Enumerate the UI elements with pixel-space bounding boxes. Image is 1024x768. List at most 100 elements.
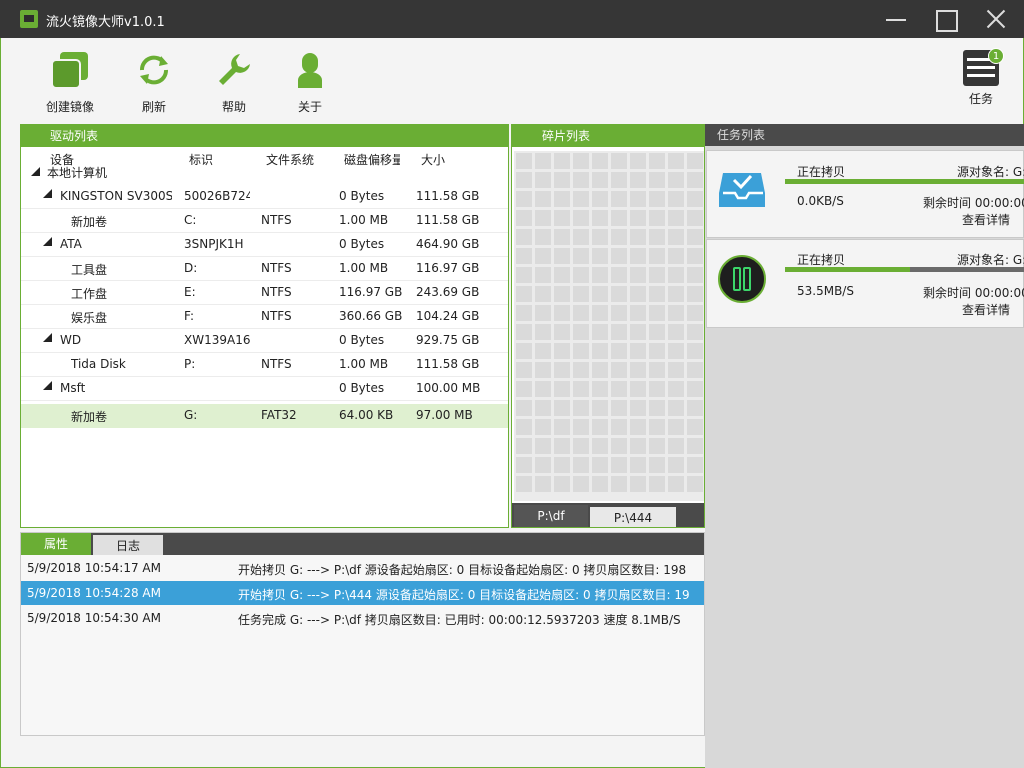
fragment-cell [630,438,646,454]
task-card[interactable]: 正在拷贝 源对象名: G: 53.5MB/S 剩余时间 00:00:00 查看详… [706,239,1024,328]
fragment-cell [611,210,627,226]
task-card[interactable]: 正在拷贝 源对象名: G: 0.0KB/S 剩余时间 00:00:00 查看详情 [706,150,1024,238]
create-image-button[interactable]: 创建镜像 [35,50,105,115]
table-row[interactable]: 工具盘 D: NTFS 1.00 MB 116.97 GB [21,257,508,281]
tab-log[interactable]: 日志 [93,535,163,555]
fragment-cell [573,457,589,473]
task-detail-link[interactable]: 查看详情 [962,211,1010,228]
table-row[interactable]: 新加卷 C: NTFS 1.00 MB 111.58 GB [21,209,508,233]
expand-icon[interactable] [43,333,52,342]
table-row[interactable]: ATA 3SNPJK1H 0 Bytes 464.90 GB [21,233,508,257]
task-remaining: 剩余时间 00:00:00 [923,286,1024,300]
fragment-cell [516,267,532,283]
refresh-icon [134,50,174,90]
help-button[interactable]: 帮助 [199,50,269,115]
fragment-cell [687,229,703,245]
row-fs: NTFS [261,309,292,323]
fragment-tab-df[interactable]: P:\df [514,505,588,527]
log-time: 5/9/2018 10:54:17 AM [27,561,161,575]
fragment-cell [687,191,703,207]
fragment-cell [535,229,551,245]
fragment-cell [687,267,703,283]
fragment-cell [573,210,589,226]
copy-stack-icon [50,50,90,90]
fragment-cell [573,172,589,188]
fragment-cell [592,229,608,245]
fragment-cell [668,191,684,207]
fragment-cell [611,305,627,321]
table-row[interactable]: KINGSTON SV300S 50026B724 0 Bytes 111.58… [21,185,508,209]
table-row[interactable]: Msft 0 Bytes 100.00 MB [21,377,508,401]
fragment-cell [668,172,684,188]
row-name: KINGSTON SV300S [60,189,172,203]
fragment-cell [649,210,665,226]
close-button[interactable] [976,4,1016,34]
fragment-cell [611,362,627,378]
row-size: 100.00 MB [416,381,481,395]
row-id: 3SNPJK1H [184,237,244,251]
expand-icon[interactable] [31,167,40,176]
fragment-cell [668,305,684,321]
row-name: 工具盘 [71,263,108,277]
fragment-cell [687,419,703,435]
fragment-cell [516,191,532,207]
fragment-cell [554,210,570,226]
table-row[interactable]: Tida Disk P: NTFS 1.00 MB 111.58 GB [21,353,508,377]
minimize-button[interactable] [876,4,916,34]
fragment-cell [516,248,532,264]
task-speed: 0.0KB/S [797,194,844,208]
fragment-cell [535,286,551,302]
fragment-cell [687,153,703,169]
fragment-cell [592,153,608,169]
fragment-cell [611,419,627,435]
task-button[interactable]: 任务 [946,50,1016,107]
fragment-cell [649,476,665,492]
fragment-cell [516,343,532,359]
fragment-cell [668,267,684,283]
tab-properties[interactable]: 属性 [21,533,91,555]
maximize-button[interactable] [926,4,966,34]
table-row-selected[interactable]: 新加卷 G: FAT32 64.00 KB 97.00 MB [21,404,508,428]
row-offset: 0 Bytes [339,333,385,347]
window-title: 流火镜像大师v1.0.1 [46,15,165,30]
task-detail-link[interactable]: 查看详情 [962,301,1010,318]
row-id: XW139A16 [184,333,250,347]
pause-icon[interactable] [717,254,767,304]
fragment-cell [592,286,608,302]
expand-icon[interactable] [43,237,52,246]
fragment-cell [516,305,532,321]
log-row[interactable]: 5/9/2018 10:54:30 AM 任务完成 G: ---> P:\df … [21,606,704,630]
fragment-tab-444[interactable]: P:\444 [590,507,676,527]
expand-icon[interactable] [43,381,52,390]
table-row[interactable]: WD XW139A16 0 Bytes 929.75 GB [21,329,508,353]
fragment-cell [535,210,551,226]
fragment-cell [611,381,627,397]
fragment-cell [573,438,589,454]
expand-icon[interactable] [43,189,52,198]
fragment-cell [516,362,532,378]
fragment-cell [649,191,665,207]
row-size: 111.58 GB [416,357,480,371]
log-row-selected[interactable]: 5/9/2018 10:54:28 AM 开始拷贝 G: ---> P:\444… [21,581,704,605]
row-size: 111.58 GB [416,189,480,203]
fragment-cell [554,267,570,283]
fragment-cell [554,381,570,397]
row-id: G: [184,408,198,422]
log-row[interactable]: 5/9/2018 10:54:17 AM 开始拷贝 G: ---> P:\df … [21,556,704,580]
row-name: 新加卷 [71,215,108,229]
task-progress-bar [785,179,1024,184]
table-row[interactable]: 工作盘 E: NTFS 116.97 GB 243.69 GB [21,281,508,305]
fragment-cell [611,343,627,359]
row-fs: NTFS [261,213,292,227]
fragment-cell [592,381,608,397]
tree-root[interactable]: 本地计算机 [21,161,508,183]
table-row[interactable]: 娱乐盘 F: NTFS 360.66 GB 104.24 GB [21,305,508,329]
about-button[interactable]: 关于 [275,50,345,115]
row-name: 新加卷 [71,410,108,424]
row-name: Tida Disk [71,357,126,371]
fragment-cell [668,343,684,359]
fragment-cell [649,381,665,397]
fragment-cell [573,267,589,283]
refresh-button[interactable]: 刷新 [119,50,189,115]
log-time: 5/9/2018 10:54:30 AM [27,611,161,625]
